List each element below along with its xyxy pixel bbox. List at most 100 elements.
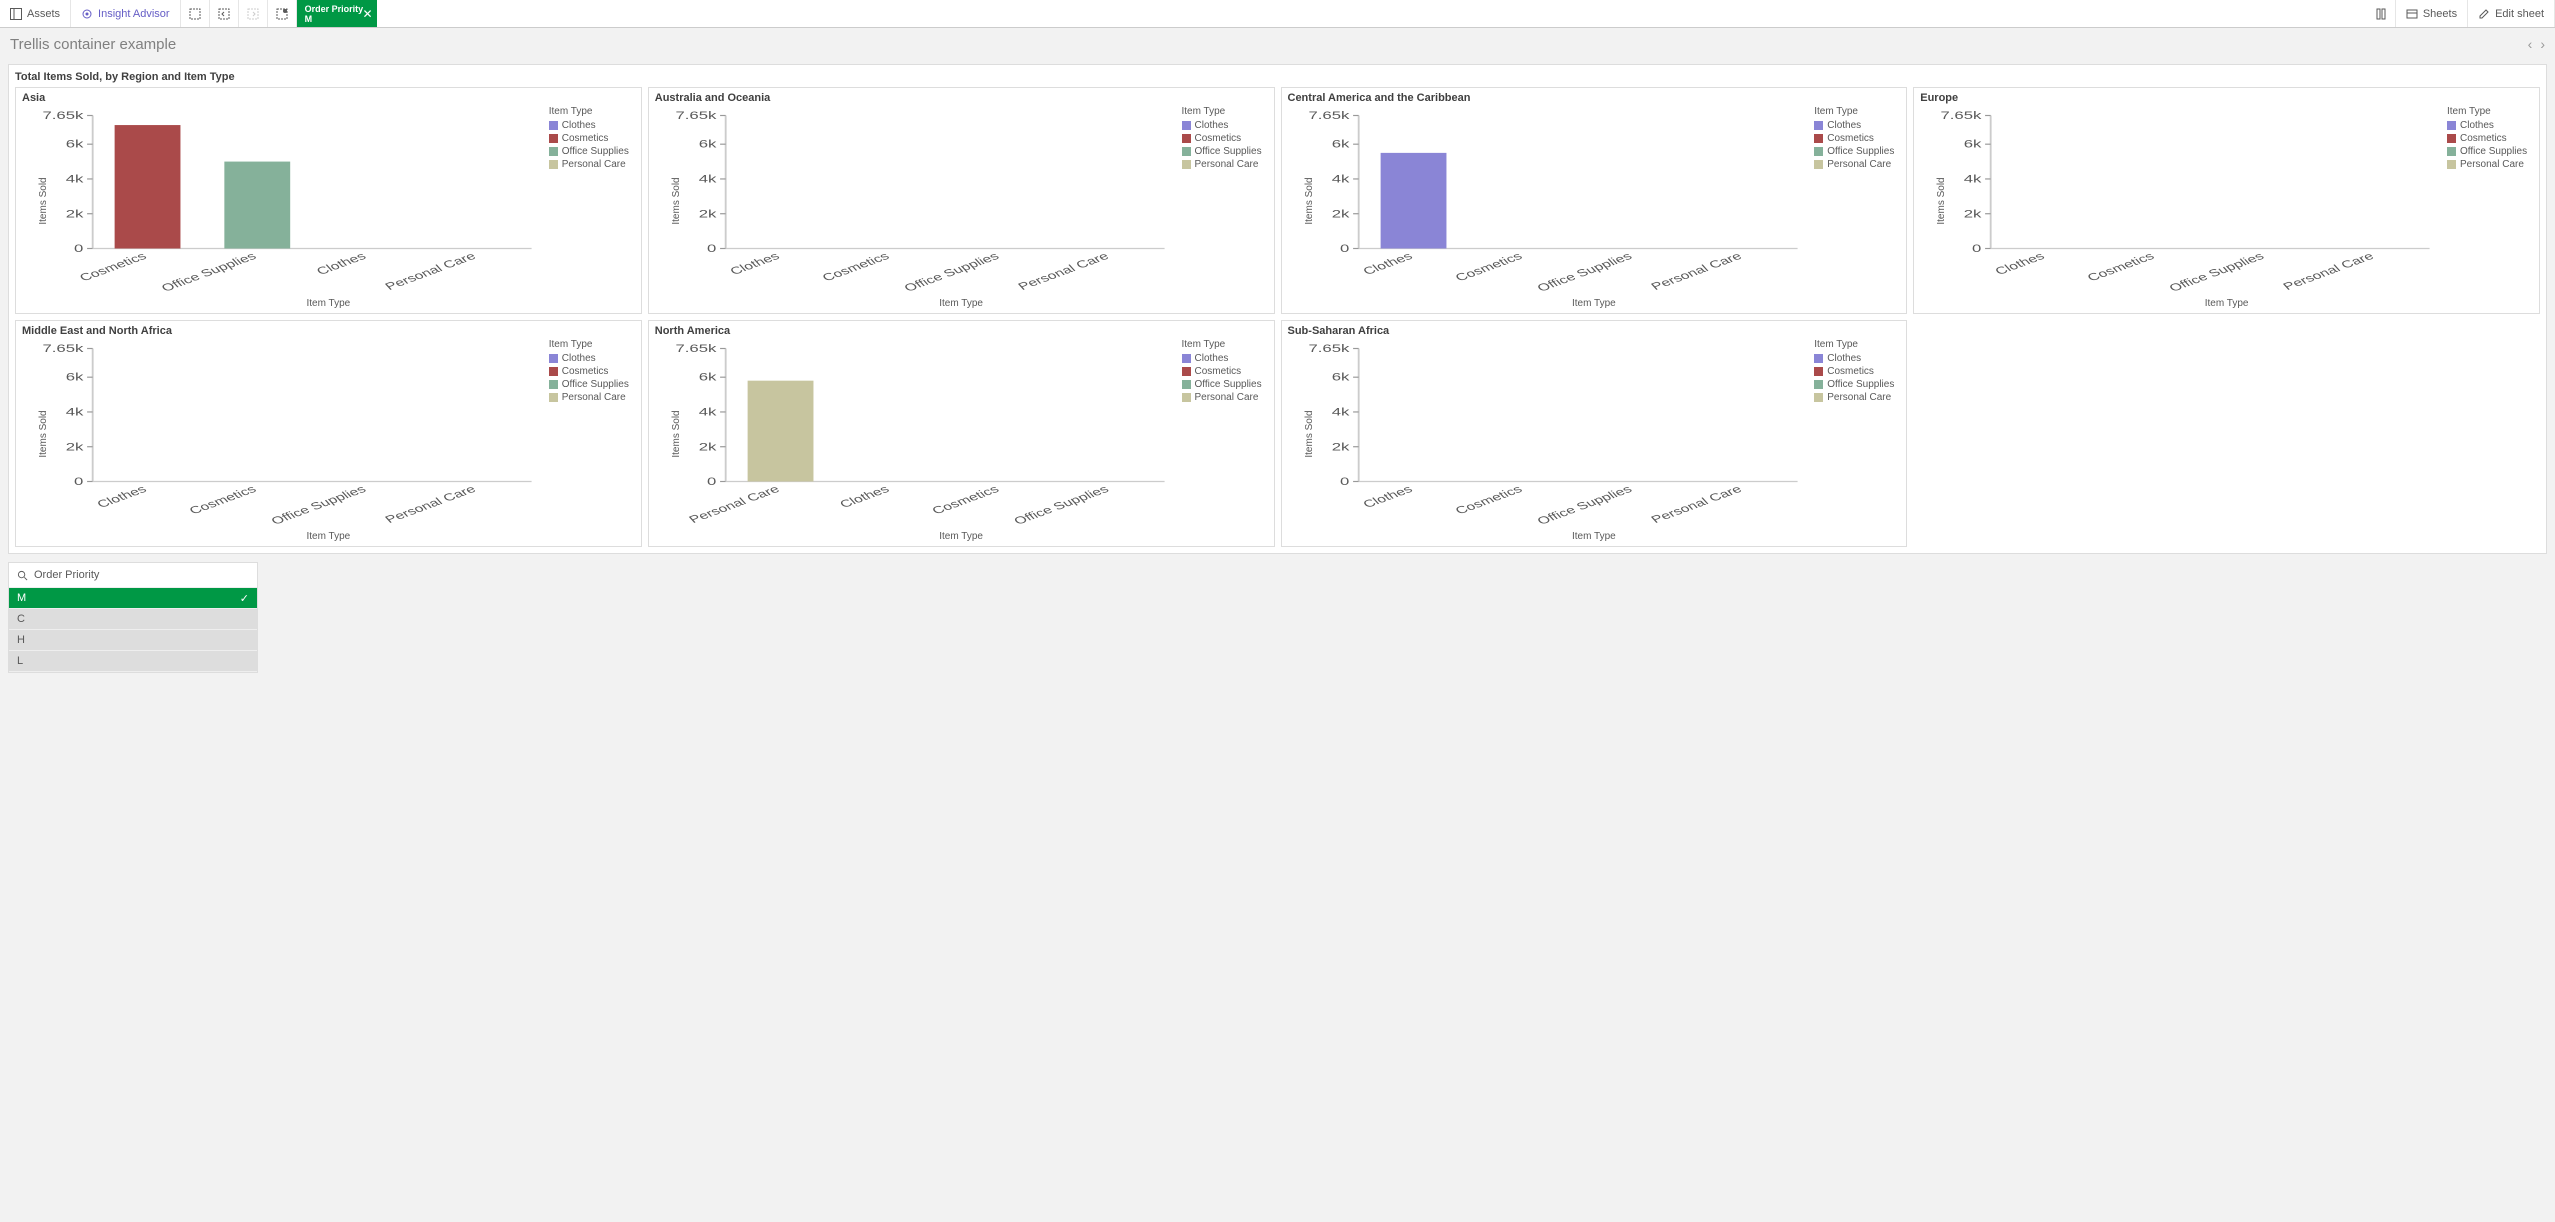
legend-item[interactable]: Office Supplies bbox=[2447, 146, 2533, 157]
legend-item[interactable]: Cosmetics bbox=[1814, 133, 1900, 144]
legend-item[interactable]: Personal Care bbox=[1182, 159, 1268, 170]
bar-chart[interactable]: Items Sold02k4k6k7.65kPersonal CareCloth… bbox=[655, 339, 1176, 529]
legend-swatch bbox=[1814, 160, 1823, 169]
bar-chart[interactable]: Items Sold02k4k6k7.65kClothesCosmeticsOf… bbox=[1920, 106, 2441, 296]
toolbar: Assets Insight Advisor Order Priority M … bbox=[0, 0, 2555, 28]
trellis-panel[interactable]: Middle East and North AfricaItems Sold02… bbox=[15, 320, 642, 547]
legend-item[interactable]: Personal Care bbox=[2447, 159, 2533, 170]
smart-search-button[interactable] bbox=[181, 0, 210, 27]
x-axis-label: Item Type bbox=[655, 296, 1268, 311]
legend-item[interactable]: Cosmetics bbox=[1182, 366, 1268, 377]
legend-item[interactable]: Office Supplies bbox=[1182, 146, 1268, 157]
x-axis-label: Item Type bbox=[655, 529, 1268, 544]
legend-title: Item Type bbox=[1814, 106, 1900, 117]
bar-chart[interactable]: Items Sold02k4k6k7.65kClothesCosmeticsOf… bbox=[1288, 106, 1809, 296]
legend-swatch bbox=[1182, 393, 1191, 402]
svg-text:7.65k: 7.65k bbox=[1941, 109, 1983, 121]
svg-text:0: 0 bbox=[1340, 242, 1350, 254]
trellis-panel[interactable]: Sub-Saharan Africa Items Sold02k4k6k7.65k… bbox=[1281, 320, 1908, 547]
legend-label: Cosmetics bbox=[562, 366, 609, 377]
legend-item[interactable]: Cosmetics bbox=[549, 133, 635, 144]
trellis-panel[interactable]: Europe Items Sold02k4k6k7.65kClothesCosme… bbox=[1913, 87, 2540, 314]
svg-text:Cosmetics: Cosmetics bbox=[186, 483, 259, 517]
legend-item[interactable]: Personal Care bbox=[549, 392, 635, 403]
x-axis-label: Item Type bbox=[1288, 529, 1901, 544]
svg-text:2k: 2k bbox=[698, 440, 717, 452]
bookmarks-button[interactable] bbox=[2367, 0, 2396, 27]
bar-chart[interactable]: Items Sold02k4k6k7.65kClothesCosmeticsOf… bbox=[1288, 339, 1809, 529]
svg-text:7.65k: 7.65k bbox=[42, 342, 84, 354]
legend-item[interactable]: Cosmetics bbox=[2447, 133, 2533, 144]
legend: Item Type Clothes Cosmetics Office Supplies… bbox=[543, 106, 635, 296]
legend-label: Office Supplies bbox=[1195, 379, 1262, 390]
legend-label: Office Supplies bbox=[1827, 146, 1894, 157]
edit-sheet-button[interactable]: Edit sheet bbox=[2468, 0, 2555, 27]
legend-item[interactable]: Clothes bbox=[2447, 120, 2533, 131]
legend-item[interactable]: Office Supplies bbox=[1814, 146, 1900, 157]
filter-option[interactable]: M bbox=[9, 588, 257, 609]
legend-item[interactable]: Personal Care bbox=[549, 159, 635, 170]
legend-item[interactable]: Cosmetics bbox=[1814, 366, 1900, 377]
legend-item[interactable]: Clothes bbox=[1814, 353, 1900, 364]
legend-item[interactable]: Office Supplies bbox=[1182, 379, 1268, 390]
legend-item[interactable]: Personal Care bbox=[1814, 159, 1900, 170]
trellis-panel[interactable]: AsiaItems Sold02k4k6k7.65kCosmeticsOffic… bbox=[15, 87, 642, 314]
trellis-panel[interactable]: Central America and the CaribbeanItems S… bbox=[1281, 87, 1908, 314]
bar-chart[interactable]: Items Sold02k4k6k7.65kClothesCosmeticsOf… bbox=[22, 339, 543, 529]
legend-item[interactable]: Clothes bbox=[1814, 120, 1900, 131]
legend-item[interactable]: Office Supplies bbox=[549, 146, 635, 157]
panel-title: Sub-Saharan Africa bbox=[1288, 325, 1901, 337]
svg-text:0: 0 bbox=[707, 242, 717, 254]
step-forward-icon bbox=[247, 8, 259, 20]
sheets-button[interactable]: Sheets bbox=[2396, 0, 2468, 27]
legend-swatch bbox=[1182, 367, 1191, 376]
clear-selections-button[interactable] bbox=[268, 0, 297, 27]
svg-text:Personal Care: Personal Care bbox=[1015, 250, 1111, 292]
svg-text:0: 0 bbox=[74, 242, 84, 254]
svg-text:Office Supplies: Office Supplies bbox=[901, 250, 1002, 294]
legend-item[interactable]: Clothes bbox=[1182, 353, 1268, 364]
legend-item[interactable]: Clothes bbox=[1182, 120, 1268, 131]
svg-text:Clothes: Clothes bbox=[727, 250, 783, 277]
selections-back-button[interactable] bbox=[210, 0, 239, 27]
legend-title: Item Type bbox=[549, 339, 635, 350]
legend-swatch bbox=[2447, 160, 2456, 169]
filter-option[interactable]: C bbox=[9, 609, 257, 630]
legend-item[interactable]: Clothes bbox=[549, 353, 635, 364]
legend-item[interactable]: Cosmetics bbox=[549, 366, 635, 377]
filter-option[interactable]: H bbox=[9, 630, 257, 651]
legend-label: Personal Care bbox=[1827, 392, 1891, 403]
filter-option[interactable]: L bbox=[9, 651, 257, 672]
trellis-panel[interactable]: Australia and OceaniaItems Sold02k4k6k7.… bbox=[648, 87, 1275, 314]
legend-swatch bbox=[2447, 134, 2456, 143]
trellis-panel[interactable]: North AmericaItems Sold02k4k6k7.65kPerso… bbox=[648, 320, 1275, 547]
selections-forward-button[interactable] bbox=[239, 0, 268, 27]
next-sheet-button[interactable]: › bbox=[2540, 36, 2545, 52]
insight-advisor-button[interactable]: Insight Advisor bbox=[71, 0, 181, 27]
close-icon[interactable]: ✕ bbox=[363, 7, 373, 21]
selection-chip[interactable]: Order Priority M ✕ bbox=[297, 0, 377, 27]
legend-item[interactable]: Office Supplies bbox=[549, 379, 635, 390]
legend-item[interactable]: Clothes bbox=[549, 120, 635, 131]
legend-label: Personal Care bbox=[1195, 159, 1259, 170]
svg-text:7.65k: 7.65k bbox=[42, 109, 84, 121]
panel-title: Europe bbox=[1920, 92, 2533, 104]
bar-chart[interactable]: Items Sold02k4k6k7.65kClothesCosmeticsOf… bbox=[655, 106, 1176, 296]
legend-item[interactable]: Personal Care bbox=[1182, 392, 1268, 403]
prev-sheet-button[interactable]: ‹ bbox=[2528, 36, 2533, 52]
filter-header[interactable]: Order Priority bbox=[9, 563, 257, 588]
legend-item[interactable]: Office Supplies bbox=[1814, 379, 1900, 390]
bar-chart[interactable]: Items Sold02k4k6k7.65kCosmeticsOffice Su… bbox=[22, 106, 543, 296]
assets-button[interactable]: Assets bbox=[0, 0, 71, 27]
svg-text:0: 0 bbox=[74, 475, 84, 487]
legend-swatch bbox=[1814, 134, 1823, 143]
legend-label: Clothes bbox=[1195, 120, 1229, 131]
y-axis-label: Items Sold bbox=[1304, 177, 1315, 224]
svg-text:Clothes: Clothes bbox=[313, 250, 369, 277]
legend-title: Item Type bbox=[549, 106, 635, 117]
legend-item[interactable]: Cosmetics bbox=[1182, 133, 1268, 144]
legend-item[interactable]: Personal Care bbox=[1814, 392, 1900, 403]
svg-text:Personal Care: Personal Care bbox=[382, 250, 478, 292]
svg-text:6k: 6k bbox=[66, 371, 85, 383]
x-axis-label: Item Type bbox=[22, 296, 635, 311]
